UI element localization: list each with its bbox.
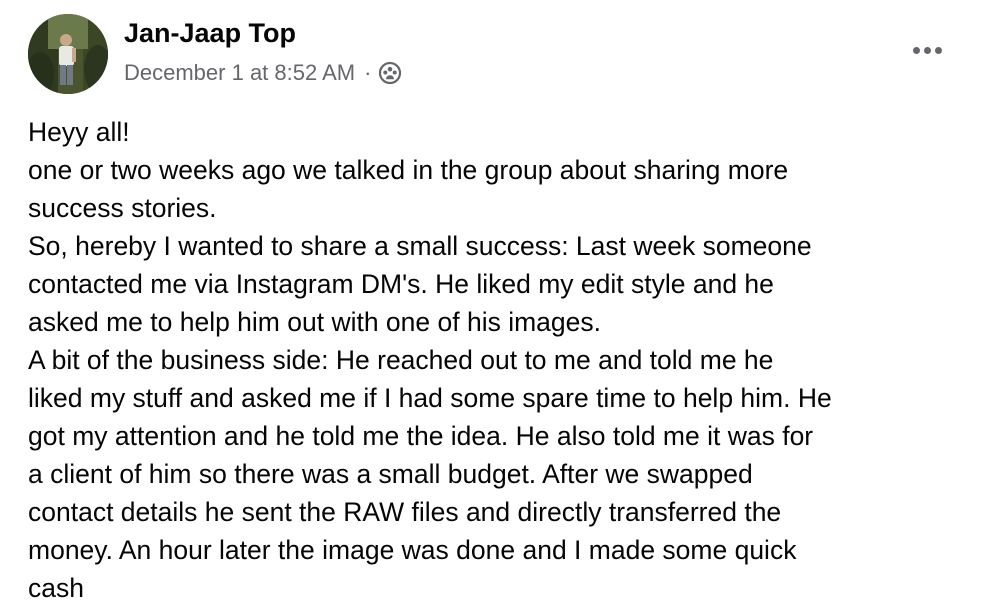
more-options-dot <box>934 46 942 54</box>
author-name[interactable]: Jan-Jaap Top <box>124 16 296 50</box>
post-meta: December 1 at 8:52 AM · <box>124 58 402 88</box>
post-card: Jan-Jaap Top December 1 at 8:52 AM · Hey… <box>0 0 992 608</box>
post-paragraph: So, hereby I wanted to share a small suc… <box>28 231 812 337</box>
post-paragraph: Heyy all! one or two weeks ago we talked… <box>28 117 789 223</box>
more-options-icon <box>912 46 920 54</box>
post-timestamp[interactable]: December 1 at 8:52 AM <box>124 60 355 86</box>
author-avatar[interactable] <box>28 14 108 94</box>
group-members-icon[interactable] <box>378 61 402 85</box>
avatar-image <box>28 14 108 94</box>
more-options-button[interactable] <box>904 34 950 66</box>
post-text: Heyy all! one or two weeks ago we talked… <box>28 113 978 607</box>
more-options-dot <box>923 46 931 54</box>
meta-separator: · <box>364 60 372 85</box>
post-paragraph: A bit of the business side: He reached o… <box>28 345 832 603</box>
